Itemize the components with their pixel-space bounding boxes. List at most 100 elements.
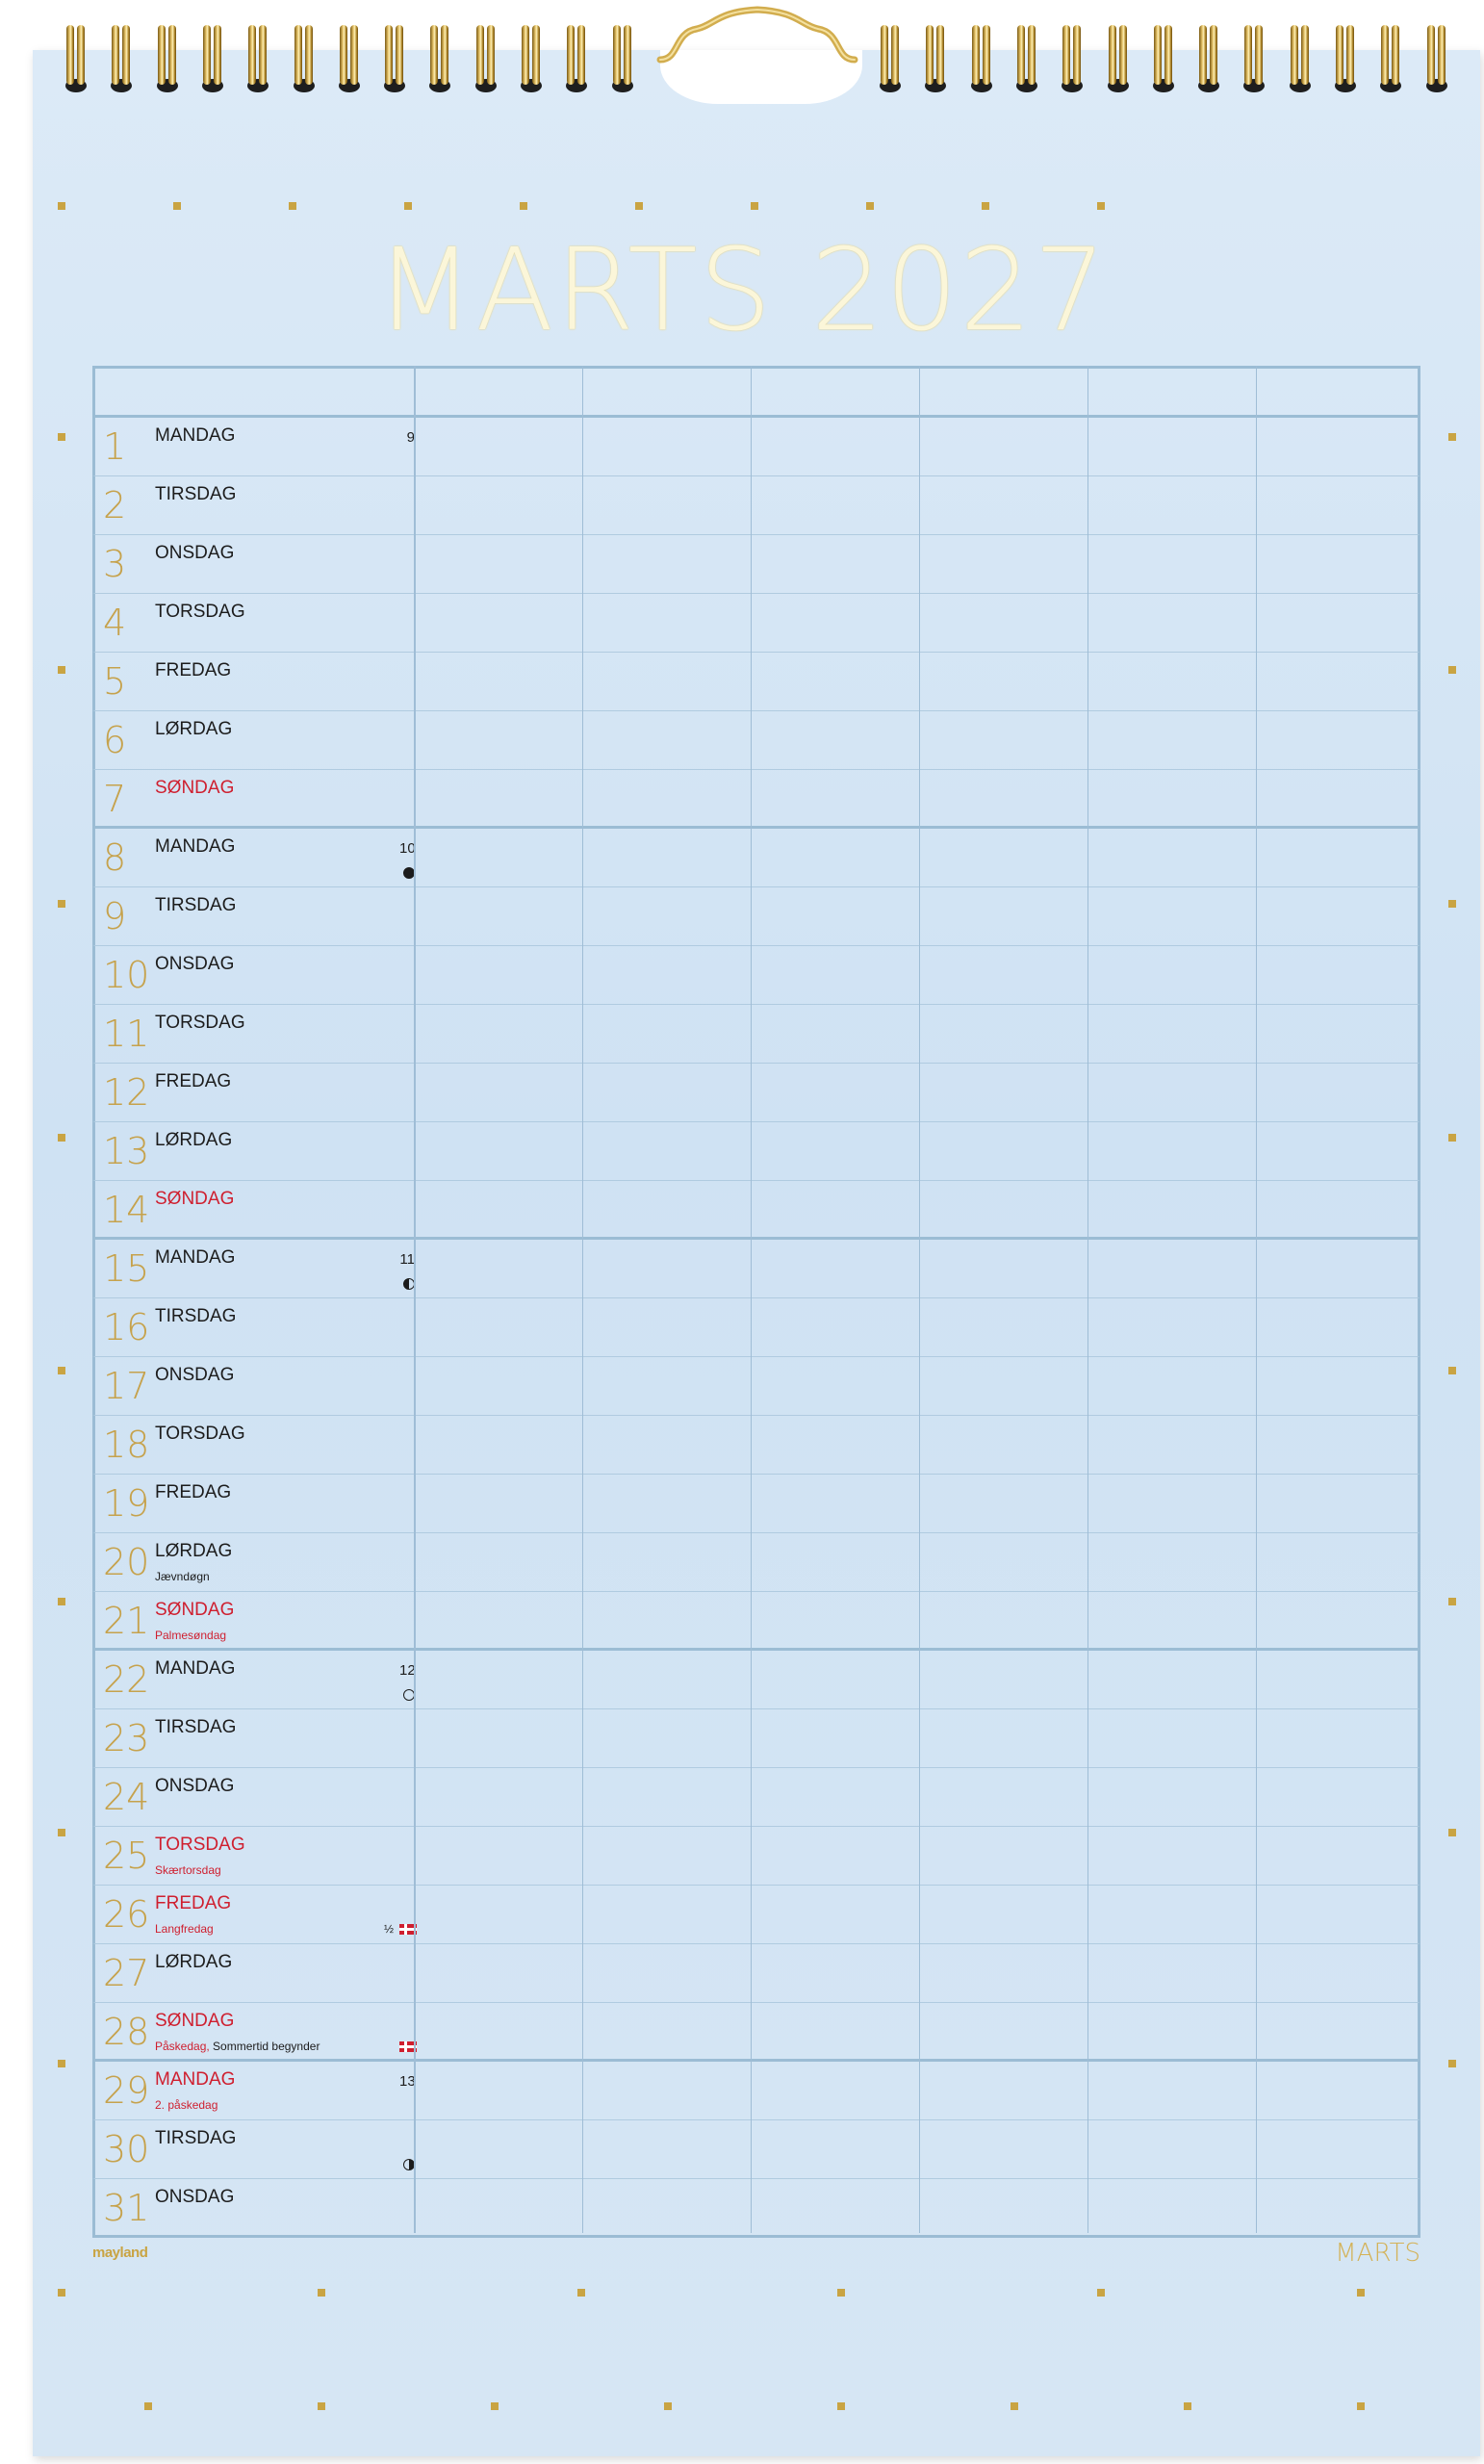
gold-dot [1184, 2402, 1191, 2410]
gold-dot [837, 2289, 845, 2297]
day-name: TIRSDAG [155, 1717, 237, 1737]
spiral-ring [292, 25, 317, 94]
day-row[interactable]: 16 TIRSDAG [92, 1298, 1420, 1357]
gold-dot [837, 2402, 845, 2410]
half-flag-note: ½ [384, 1922, 395, 1936]
gold-dot [577, 2289, 585, 2297]
day-row[interactable]: 20 LØRDAG Jævndøgn [92, 1533, 1420, 1592]
day-row[interactable]: 26 FREDAG Langfredag ½ [92, 1886, 1420, 1944]
day-name: SØNDAG [155, 1600, 235, 1620]
holiday-note: Jævndøgn [155, 1570, 210, 1583]
gold-dot [58, 202, 65, 210]
holiday-note: 2. påskedag [155, 2098, 217, 2112]
spiral-ring [155, 25, 180, 94]
holiday-note: Påskedag, Sommertid begynder [155, 2040, 320, 2053]
spiral-ring [969, 25, 994, 94]
day-row[interactable]: 8 MANDAG 10 [92, 829, 1420, 887]
spiral-ring [109, 25, 134, 94]
event-name: Jævndøgn [155, 1570, 210, 1583]
spiral-ring [610, 25, 635, 94]
day-name: LØRDAG [155, 1541, 233, 1561]
day-row[interactable]: 10 ONSDAG [92, 946, 1420, 1005]
day-name: ONSDAG [155, 1365, 235, 1385]
day-number: 9 [103, 895, 127, 937]
holiday-name: Skærtorsdag [155, 1863, 221, 1877]
gold-dot [1448, 666, 1456, 674]
gold-dot [1357, 2289, 1365, 2297]
day-row[interactable]: 28 SØNDAG Påskedag, Sommertid begynder [92, 2003, 1420, 2062]
day-row[interactable]: 19 FREDAG [92, 1475, 1420, 1533]
day-row[interactable]: 30 TIRSDAG [92, 2120, 1420, 2179]
day-row[interactable]: 25 TORSDAG Skærtorsdag [92, 1827, 1420, 1886]
spiral-ring [337, 25, 362, 94]
holiday-name: Langfredag [155, 1922, 214, 1936]
day-row[interactable]: 31 ONSDAG [92, 2179, 1420, 2238]
day-name: FREDAG [155, 660, 232, 680]
gold-dot [173, 202, 181, 210]
day-row[interactable]: 18 TORSDAG [92, 1416, 1420, 1475]
holiday-note: Skærtorsdag [155, 1863, 221, 1877]
day-row[interactable]: 13 LØRDAG [92, 1122, 1420, 1181]
day-row[interactable]: 1 MANDAG 9 [92, 418, 1420, 476]
gold-dot [318, 2402, 325, 2410]
day-row[interactable]: 9 TIRSDAG [92, 887, 1420, 946]
day-name: TIRSDAG [155, 1306, 237, 1326]
day-row[interactable]: 17 ONSDAG [92, 1357, 1420, 1416]
gold-dot [1448, 1829, 1456, 1836]
holiday-name: 2. påskedag [155, 2098, 218, 2112]
day-name: SØNDAG [155, 1189, 235, 1209]
gold-dot [58, 2289, 65, 2297]
day-row[interactable]: 15 MANDAG 11 [92, 1240, 1420, 1298]
gold-dot [58, 666, 65, 674]
day-row[interactable]: 29 MANDAG 2. påskedag 13 [92, 2062, 1420, 2120]
day-row[interactable]: 21 SØNDAG Palmesøndag [92, 1592, 1420, 1651]
day-number: 6 [103, 719, 127, 761]
spiral-ring [1241, 25, 1267, 94]
spiral-ring [1106, 25, 1131, 94]
spiral-ring [1333, 25, 1358, 94]
spiral-ring [427, 25, 452, 94]
day-name: MANDAG [155, 2069, 236, 2090]
day-row[interactable]: 6 LØRDAG [92, 711, 1420, 770]
day-name: LØRDAG [155, 719, 233, 739]
day-row[interactable]: 11 TORSDAG [92, 1005, 1420, 1064]
holiday-name: Påskedag, [155, 2040, 210, 2053]
spiral-ring [1424, 25, 1449, 94]
day-row[interactable]: 3 ONSDAG [92, 535, 1420, 594]
day-row[interactable]: 24 ONSDAG [92, 1768, 1420, 1827]
calendar-grid: 1 MANDAG 9 2 TIRSDAG 3 ONSDAG 4 TORSDAG 5 FREDAG 6 L… [92, 366, 1420, 2238]
spiral-ring [519, 25, 544, 94]
day-number: 17 [103, 1365, 150, 1407]
day-row[interactable]: 27 LØRDAG [92, 1944, 1420, 2003]
day-number: 27 [103, 1952, 150, 1994]
day-row[interactable]: 4 TORSDAG [92, 594, 1420, 653]
day-name: MANDAG [155, 1247, 236, 1268]
day-row[interactable]: 7 SØNDAG [92, 770, 1420, 829]
day-row[interactable]: 22 MANDAG 12 [92, 1651, 1420, 1709]
day-number: 10 [103, 954, 150, 996]
day-name: FREDAG [155, 1482, 232, 1502]
day-row[interactable]: 14 SØNDAG [92, 1181, 1420, 1240]
holiday-name: Palmesøndag [155, 1629, 227, 1642]
day-number: 3 [103, 543, 127, 585]
day-row[interactable]: 12 FREDAG [92, 1064, 1420, 1122]
day-name: ONSDAG [155, 1776, 235, 1796]
day-name: LØRDAG [155, 1130, 233, 1150]
gold-dot [58, 433, 65, 441]
day-number: 31 [103, 2187, 150, 2229]
spiral-ring [878, 25, 903, 94]
day-number: 26 [103, 1893, 150, 1936]
spiral-ring [64, 25, 89, 94]
day-number: 19 [103, 1482, 150, 1525]
day-name: TIRSDAG [155, 895, 237, 915]
brand-logo: mayland [92, 2245, 148, 2261]
day-row[interactable]: 5 FREDAG [92, 653, 1420, 711]
day-number: 22 [103, 1658, 150, 1701]
day-name: SØNDAG [155, 778, 235, 798]
gold-dot [664, 2402, 672, 2410]
day-row[interactable]: 23 TIRSDAG [92, 1709, 1420, 1768]
day-row[interactable]: 2 TIRSDAG [92, 476, 1420, 535]
day-number: 24 [103, 1776, 150, 1818]
gold-dot [1097, 202, 1105, 210]
gold-dot [404, 202, 412, 210]
